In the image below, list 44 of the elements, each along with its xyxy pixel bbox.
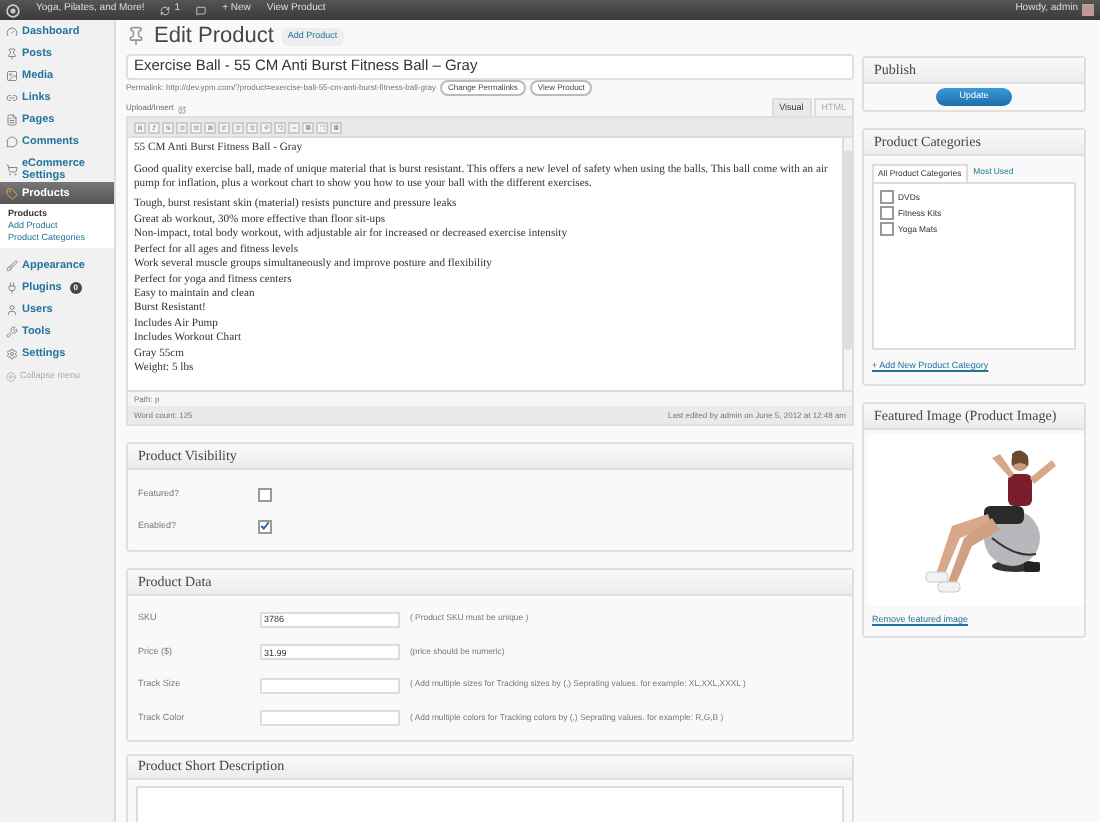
align-right-icon[interactable] bbox=[246, 121, 258, 134]
grid-icon[interactable] bbox=[330, 121, 342, 134]
speech-bubble-icon bbox=[6, 135, 18, 147]
unlink-icon[interactable] bbox=[274, 121, 286, 134]
grid-icon[interactable] bbox=[302, 121, 314, 134]
checkbox[interactable] bbox=[880, 190, 894, 205]
bold-icon[interactable] bbox=[134, 121, 146, 134]
settings-icon bbox=[6, 347, 18, 359]
checkbox[interactable] bbox=[258, 519, 272, 534]
wrench-icon bbox=[6, 325, 18, 337]
checkbox[interactable] bbox=[880, 222, 894, 237]
checkbox[interactable] bbox=[880, 206, 894, 221]
pin-icon bbox=[126, 26, 146, 47]
page-icon bbox=[6, 113, 18, 125]
logo-icon[interactable] bbox=[6, 3, 20, 17]
strikethrough-icon[interactable] bbox=[162, 121, 174, 134]
numbered-list-icon[interactable] bbox=[190, 121, 202, 134]
page-title: Edit Product bbox=[154, 22, 274, 52]
brush-icon bbox=[6, 259, 18, 271]
gauge-icon bbox=[6, 25, 18, 37]
avatar-icon[interactable] bbox=[1082, 4, 1094, 16]
input-field[interactable] bbox=[260, 677, 400, 693]
align-left-icon[interactable] bbox=[218, 121, 230, 134]
description-field[interactable] bbox=[136, 785, 844, 822]
italic-icon[interactable] bbox=[148, 121, 160, 134]
refresh-icon bbox=[160, 5, 171, 15]
tag-icon bbox=[6, 187, 18, 199]
collapse-icon bbox=[6, 371, 16, 382]
input-field[interactable] bbox=[260, 710, 400, 726]
align-center-icon[interactable] bbox=[232, 121, 244, 134]
link-icon bbox=[6, 91, 18, 103]
pin-icon bbox=[6, 47, 18, 59]
fullscreen-icon[interactable] bbox=[316, 121, 328, 134]
link-icon[interactable] bbox=[260, 121, 272, 134]
user-icon bbox=[6, 303, 18, 315]
more-tag-icon[interactable] bbox=[288, 121, 300, 134]
media-icon[interactable] bbox=[177, 106, 186, 115]
plug-icon bbox=[6, 281, 18, 293]
cart-icon bbox=[6, 164, 18, 176]
bullet-list-icon[interactable] bbox=[176, 121, 188, 134]
comment-icon[interactable] bbox=[196, 5, 207, 15]
image-icon bbox=[6, 69, 18, 81]
quote-icon[interactable] bbox=[204, 121, 216, 134]
checkbox[interactable] bbox=[258, 487, 272, 502]
